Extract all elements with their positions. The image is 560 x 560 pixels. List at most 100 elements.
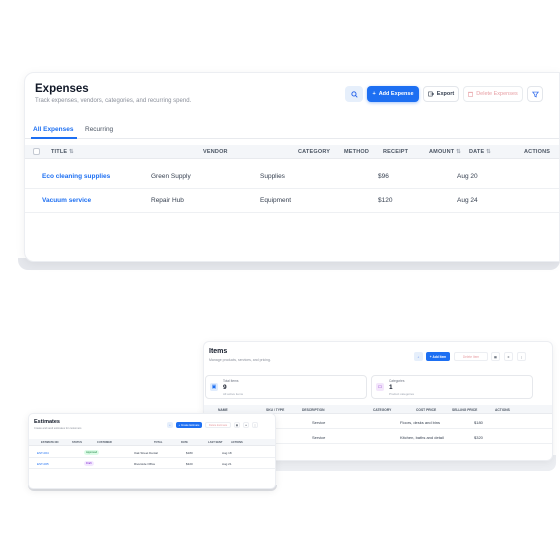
list-icon: ≡ xyxy=(507,354,510,359)
export-button[interactable]: Export xyxy=(423,86,459,102)
column-last-sent: LAST SENT xyxy=(208,441,223,444)
expense-vendor: Repair Hub xyxy=(151,197,184,204)
search-button[interactable] xyxy=(345,86,363,102)
column-selling-price: SELLING PRICE xyxy=(452,408,478,412)
delete-item-button[interactable]: Delete Item xyxy=(454,352,488,361)
stat-label: Categories xyxy=(389,379,405,383)
column-sku: SKU / TYPE xyxy=(266,408,285,412)
stat-sub: All active items xyxy=(223,392,244,396)
items-subtitle: Manage products, services, and pricing. xyxy=(209,358,271,362)
expenses-card: Expenses Track expenses, vendors, catego… xyxy=(24,72,560,262)
column-date[interactable]: DATE ⇅ xyxy=(469,149,491,155)
filter-button[interactable] xyxy=(527,86,543,102)
stat-label: Total Items xyxy=(223,379,239,383)
sort-icon: ⇅ xyxy=(69,149,74,155)
column-receipt: RECEIPT xyxy=(383,149,409,155)
column-date: DATE xyxy=(181,441,188,444)
column-total: TOTAL xyxy=(154,441,163,444)
grid-icon: ▦ xyxy=(235,423,239,427)
export-label: Export xyxy=(436,91,455,97)
estimate-total: $180 xyxy=(186,451,193,455)
estimate-number-link[interactable]: EST-005 xyxy=(37,462,49,466)
table-row[interactable]: Eco cleaning supplies Green Supply Suppl… xyxy=(25,165,559,189)
expense-vendor: Green Supply xyxy=(151,173,191,180)
status-badge: Approved xyxy=(84,450,100,455)
expense-title-link[interactable]: Vacuum service xyxy=(42,197,91,204)
folder-icon: ▭ xyxy=(376,383,384,391)
estimate-customer: Oak Street Dental xyxy=(134,451,158,455)
grid-view-button[interactable]: ▦ xyxy=(491,352,500,361)
search-icon: ⌕ xyxy=(169,423,171,427)
stat-card-categories: ▭ Categories 1 Product categories xyxy=(371,375,533,399)
grid-view-button[interactable]: ▦ xyxy=(234,422,240,428)
expense-category: Equipment xyxy=(260,197,292,204)
column-title[interactable]: TITLE ⇅ xyxy=(51,149,74,155)
column-actions: ACTIONS xyxy=(231,441,243,444)
item-category: Floors, desks and bins xyxy=(400,420,441,425)
page-subtitle: Track expenses, vendors, categories, and… xyxy=(35,98,192,104)
column-status: STATUS xyxy=(72,441,82,444)
create-estimate-button[interactable]: + Create Estimate xyxy=(176,422,202,428)
estimates-table-header: ESTIMATE NO STATUS CUSTOMER TOTAL DATE L… xyxy=(29,439,275,446)
list-icon: ≡ xyxy=(245,423,247,427)
column-description: DESCRIPTION xyxy=(302,408,325,412)
column-actions: ACTIONS xyxy=(495,408,510,412)
stat-card-total-items: ▣ Total Items 9 All active items xyxy=(205,375,367,399)
active-tab-indicator xyxy=(31,137,77,139)
expense-category: Supplies xyxy=(260,173,285,180)
estimate-date: Aug 21 xyxy=(222,462,232,466)
tab-bar: All Expenses Recurring xyxy=(25,123,559,139)
column-customer: CUSTOMER xyxy=(97,441,112,444)
estimates-card: Estimates Create and send estimates for … xyxy=(28,413,276,489)
search-icon xyxy=(350,90,358,98)
estimates-title: Estimates xyxy=(34,419,60,425)
delete-expenses-label: Delete Expenses xyxy=(476,91,518,97)
column-method: METHOD xyxy=(344,149,370,155)
stat-sub: Product categories xyxy=(389,392,415,396)
items-search-button[interactable]: ⌕ xyxy=(414,352,423,361)
table-row[interactable]: Vacuum service Repair Hub Equipment $120… xyxy=(25,189,559,213)
plus-icon: + xyxy=(372,91,376,97)
stat-value: 9 xyxy=(223,384,227,391)
estimate-date: Aug 18 xyxy=(222,451,232,455)
column-cost-price: COST PRICE xyxy=(416,408,437,412)
column-name: NAME xyxy=(218,408,228,412)
expense-title-link[interactable]: Eco cleaning supplies xyxy=(42,173,110,180)
estimates-subtitle: Create and send estimates for customers xyxy=(34,427,82,430)
more-button[interactable]: ⋮ xyxy=(517,352,526,361)
estimate-customer: Riverside Office xyxy=(134,462,156,466)
column-vendor: VENDOR xyxy=(203,149,228,155)
delete-expenses-button[interactable]: Delete Expenses xyxy=(463,86,523,102)
box-icon: ▣ xyxy=(210,383,218,391)
more-vertical-icon: ⋮ xyxy=(519,354,524,359)
item-type: Service xyxy=(312,420,326,425)
add-expense-button[interactable]: + Add Expense xyxy=(367,86,419,102)
items-title: Items xyxy=(209,348,228,355)
sort-icon: ⇅ xyxy=(456,149,461,155)
more-vertical-icon: ⋮ xyxy=(253,423,257,427)
item-type: Service xyxy=(312,435,326,440)
table-row[interactable]: EST-004 Approved Oak Street Dental $180 … xyxy=(29,447,275,458)
estimate-number-link[interactable]: EST-004 xyxy=(37,451,49,455)
export-icon xyxy=(428,91,434,97)
add-item-button[interactable]: + Add Item xyxy=(426,352,450,361)
tab-recurring[interactable]: Recurring xyxy=(85,126,113,133)
estimates-search-button[interactable]: ⌕ xyxy=(167,422,173,428)
page-title: Expenses xyxy=(35,83,89,95)
list-view-button[interactable]: ≡ xyxy=(243,422,249,428)
delete-estimate-button[interactable]: Delete Estimate xyxy=(205,422,231,428)
list-view-button[interactable]: ≡ xyxy=(504,352,513,361)
column-amount[interactable]: AMOUNT ⇅ xyxy=(429,149,461,155)
status-badge: Draft xyxy=(84,461,94,466)
grid-icon: ▦ xyxy=(493,354,497,359)
add-expense-label: Add Expense xyxy=(378,91,414,97)
more-button[interactable]: ⋮ xyxy=(252,422,258,428)
column-category: CATEGORY xyxy=(373,408,392,412)
select-all-checkbox[interactable] xyxy=(33,148,40,155)
expense-amount: $96 xyxy=(378,173,389,180)
filter-icon xyxy=(531,91,539,98)
table-row[interactable]: EST-005 Draft Riverside Office $320 Aug … xyxy=(29,458,275,469)
tab-all-expenses[interactable]: All Expenses xyxy=(33,126,73,133)
sort-icon: ⇅ xyxy=(486,149,491,155)
table-header: TITLE ⇅ VENDOR CATEGORY METHOD RECEIPT A… xyxy=(25,145,559,159)
